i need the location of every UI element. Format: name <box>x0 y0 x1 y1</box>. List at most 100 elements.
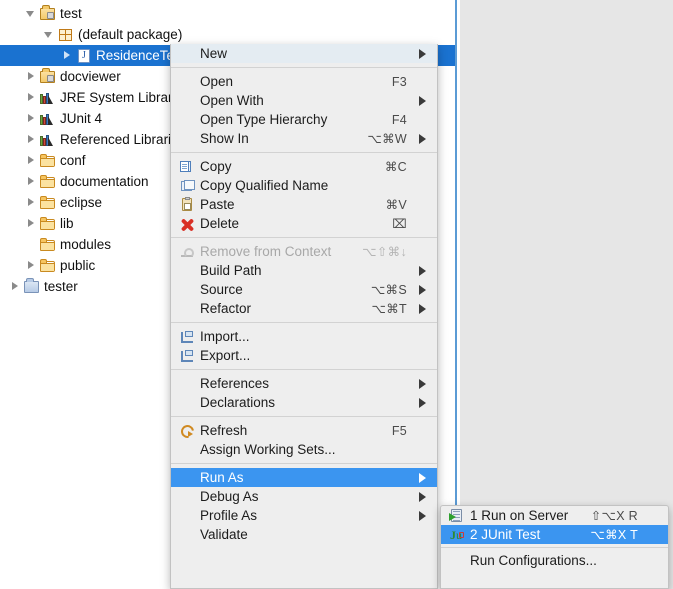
tree-twisty-none <box>26 239 37 250</box>
tree-twisty-expanded[interactable] <box>26 8 37 19</box>
menu-separator <box>171 237 437 238</box>
submenu-item-2-junit-test[interactable]: Ju 2 JUnit Test ⌥⌘X T <box>441 525 668 544</box>
submenu-item-run-configurations[interactable]: Run Configurations... <box>441 551 668 570</box>
menu-item-label: Open <box>200 74 234 89</box>
tree-item-label: public <box>60 257 96 273</box>
menu-item-debug-as[interactable]: Debug As <box>171 487 437 506</box>
menu-item-delete[interactable]: Delete ⌧ <box>171 214 437 233</box>
menu-item-label: Paste <box>200 197 235 212</box>
tree-item-test[interactable]: test <box>0 3 455 24</box>
menu-item-label: Refresh <box>200 423 248 438</box>
tree-item-label: (default package) <box>78 26 183 42</box>
library-icon <box>40 111 56 127</box>
submenu-separator <box>441 547 668 548</box>
menu-item-paste[interactable]: Paste ⌘V <box>171 195 437 214</box>
package-icon <box>58 27 74 43</box>
menu-item-assign-working-sets[interactable]: Assign Working Sets... <box>171 440 437 459</box>
tree-twisty-collapsed[interactable] <box>26 197 37 208</box>
menu-item-run-as[interactable]: Run As <box>171 468 437 487</box>
menu-item-label: Remove from Context <box>200 244 332 259</box>
tree-item-label: modules <box>60 236 112 252</box>
tree-item-label: lib <box>60 215 74 231</box>
menu-item-build-path[interactable]: Build Path <box>171 261 437 280</box>
menu-item-remove-from-context: Remove from Context ⌥⇧⌘↓ <box>171 242 437 261</box>
menu-item-copy-qualified-name[interactable]: Copy Qualified Name <box>171 176 437 195</box>
chevron-right-icon <box>413 133 427 145</box>
menu-item-open[interactable]: Open F3 <box>171 72 437 91</box>
menu-item-label: Show In <box>200 131 249 146</box>
copy-qualified-name-icon <box>179 178 195 194</box>
tree-item-label: eclipse <box>60 194 103 210</box>
tree-twisty-collapsed[interactable] <box>26 176 37 187</box>
tree-twisty-expanded[interactable] <box>44 29 55 40</box>
menu-separator <box>171 369 437 370</box>
menu-item-validate[interactable]: Validate <box>171 525 437 544</box>
java-file-icon <box>76 48 92 64</box>
tree-item-label: JRE System Library <box>60 89 180 105</box>
tree-twisty-collapsed[interactable] <box>26 71 37 82</box>
menu-item-new[interactable]: New <box>171 44 437 63</box>
chevron-right-icon <box>413 303 427 315</box>
run-as-submenu[interactable]: 1 Run on Server ⇧⌥X R Ju 2 JUnit Test ⌥⌘X T R… <box>440 505 669 589</box>
folder-icon <box>40 174 56 190</box>
tree-item-label: JUnit 4 <box>60 110 103 126</box>
linked-folder-icon <box>24 277 40 295</box>
copy-icon <box>179 159 195 175</box>
menu-item-shortcut: ⌥⇧⌘↓ <box>362 245 407 259</box>
tree-twisty-collapsed[interactable] <box>26 260 37 271</box>
menu-separator <box>171 152 437 153</box>
menu-item-shortcut: ⌥⌘S <box>370 283 407 297</box>
menu-item-label: Import... <box>200 329 250 344</box>
menu-item-shortcut: F3 <box>391 74 407 89</box>
menu-item-open-with[interactable]: Open With <box>171 91 437 110</box>
menu-item-refresh[interactable]: Refresh F5 <box>171 421 437 440</box>
tree-twisty-collapsed[interactable] <box>62 50 73 61</box>
tree-item-label: docviewer <box>60 68 121 84</box>
menu-item-export[interactable]: Export... <box>171 346 437 365</box>
menu-item-label: Export... <box>200 348 251 363</box>
source-folder-icon <box>40 4 56 22</box>
menu-item-shortcut: ⌥⌘W <box>367 132 407 146</box>
chevron-right-icon <box>413 95 427 107</box>
tree-twisty-collapsed[interactable] <box>26 218 37 229</box>
tree-twisty-collapsed[interactable] <box>26 134 37 145</box>
tree-twisty-collapsed[interactable] <box>26 92 37 103</box>
tree-item-label: Referenced Libraries <box>60 131 186 147</box>
menu-item-source[interactable]: Source ⌥⌘S <box>171 280 437 299</box>
chevron-right-icon <box>413 48 427 60</box>
submenu-item-1-run-on-server[interactable]: 1 Run on Server ⇧⌥X R <box>441 506 668 525</box>
menu-item-references[interactable]: References <box>171 374 437 393</box>
submenu-item-label: 2 JUnit Test <box>470 527 541 542</box>
tree-item-label: test <box>60 5 82 21</box>
menu-item-shortcut: ⌧ <box>392 217 407 231</box>
submenu-item-shortcut: ⌥⌘X T <box>590 528 638 542</box>
menu-item-copy[interactable]: Copy ⌘C <box>171 157 437 176</box>
context-menu[interactable]: New Open F3 Open With Open Type Hierarchy F4 S… <box>170 44 438 589</box>
tree-item-default-package[interactable]: (default package) <box>0 24 455 45</box>
menu-item-profile-as[interactable]: Profile As <box>171 506 437 525</box>
menu-item-label: Build Path <box>200 263 262 278</box>
tree-twisty-collapsed[interactable] <box>26 113 37 124</box>
tree-twisty-collapsed[interactable] <box>26 155 37 166</box>
remove-from-context-icon <box>179 244 195 260</box>
source-folder-icon <box>40 67 56 85</box>
tree-item-label: documentation <box>60 173 149 189</box>
editor-area-background <box>460 0 673 589</box>
paste-icon <box>179 196 195 213</box>
menu-item-label: Delete <box>200 216 240 231</box>
tree-item-label: conf <box>60 152 86 168</box>
chevron-right-icon <box>413 265 427 277</box>
tree-twisty-collapsed[interactable] <box>10 281 21 292</box>
menu-item-refactor[interactable]: Refactor ⌥⌘T <box>171 299 437 318</box>
menu-item-declarations[interactable]: Declarations <box>171 393 437 412</box>
chevron-right-icon <box>413 491 427 503</box>
menu-item-show-in[interactable]: Show In ⌥⌘W <box>171 129 437 148</box>
menu-item-label: Refactor <box>200 301 252 316</box>
submenu-item-label: 1 Run on Server <box>470 508 569 523</box>
menu-item-open-type-hierarchy[interactable]: Open Type Hierarchy F4 <box>171 110 437 129</box>
run-on-server-icon <box>449 508 465 524</box>
menu-item-shortcut: ⌥⌘T <box>371 302 407 316</box>
chevron-right-icon <box>413 510 427 522</box>
delete-icon <box>179 216 195 232</box>
menu-item-import[interactable]: Import... <box>171 327 437 346</box>
